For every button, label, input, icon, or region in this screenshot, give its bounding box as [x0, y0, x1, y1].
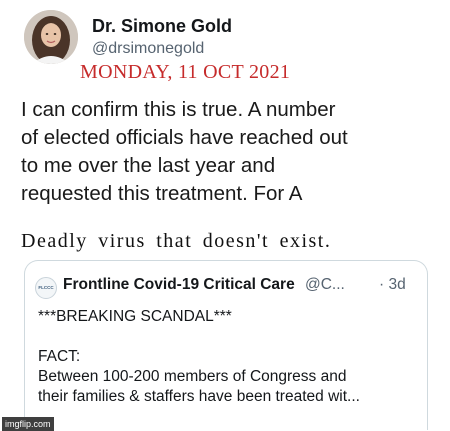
quoted-author-handle[interactable]: @C... [305, 276, 345, 294]
quoted-tweet-time[interactable]: · 3d [379, 276, 406, 294]
added-caption-text: Deadly virus that doesn't exist. [21, 230, 332, 252]
quoted-tweet-line: Between 100-200 members of Congress and [38, 368, 347, 385]
tweet-text-line: I can confirm this is true. A number [21, 98, 336, 121]
quoted-tweet-body: ***BREAKING SCANDAL*** FACT: Between 100… [38, 307, 423, 407]
tweet-screenshot: Dr. Simone Gold @drsimonegold MONDAY, 11… [0, 0, 450, 431]
quoted-tweet-line: FACT: [38, 348, 81, 365]
imgflip-watermark: imgflip.com [2, 417, 54, 431]
quoted-tweet-line: ***BREAKING SCANDAL*** [38, 308, 232, 325]
tweet-text: I can confirm this is true. A number of … [21, 96, 441, 208]
tweet-text-line-with-addition: requested this treatment. For A [21, 180, 441, 208]
date-overlay-text: MONDAY, 11 OCT 2021 [80, 61, 291, 83]
tweet-text-line: to me over the last year and [21, 154, 276, 177]
author-avatar[interactable] [24, 10, 78, 64]
quoted-tweet-card[interactable]: FLCCC Frontline Covid-19 Critical Care @… [24, 260, 428, 430]
tweet-text-line: of elected officials have reached out [21, 126, 348, 149]
quoted-tweet-line: their families & staffers have been trea… [38, 388, 360, 405]
quoted-tweet-blank-line [38, 327, 423, 347]
profile-photo-icon [24, 10, 78, 64]
quoted-author-name[interactable]: Frontline Covid-19 Critical Care [63, 276, 295, 294]
author-handle[interactable]: @drsimonegold [92, 40, 204, 58]
added-text-tail: For A [253, 182, 303, 205]
quoted-author-avatar[interactable]: FLCCC [35, 277, 57, 299]
tweet-text-line: requested this treatment. [21, 182, 248, 205]
author-name[interactable]: Dr. Simone Gold [92, 16, 232, 37]
